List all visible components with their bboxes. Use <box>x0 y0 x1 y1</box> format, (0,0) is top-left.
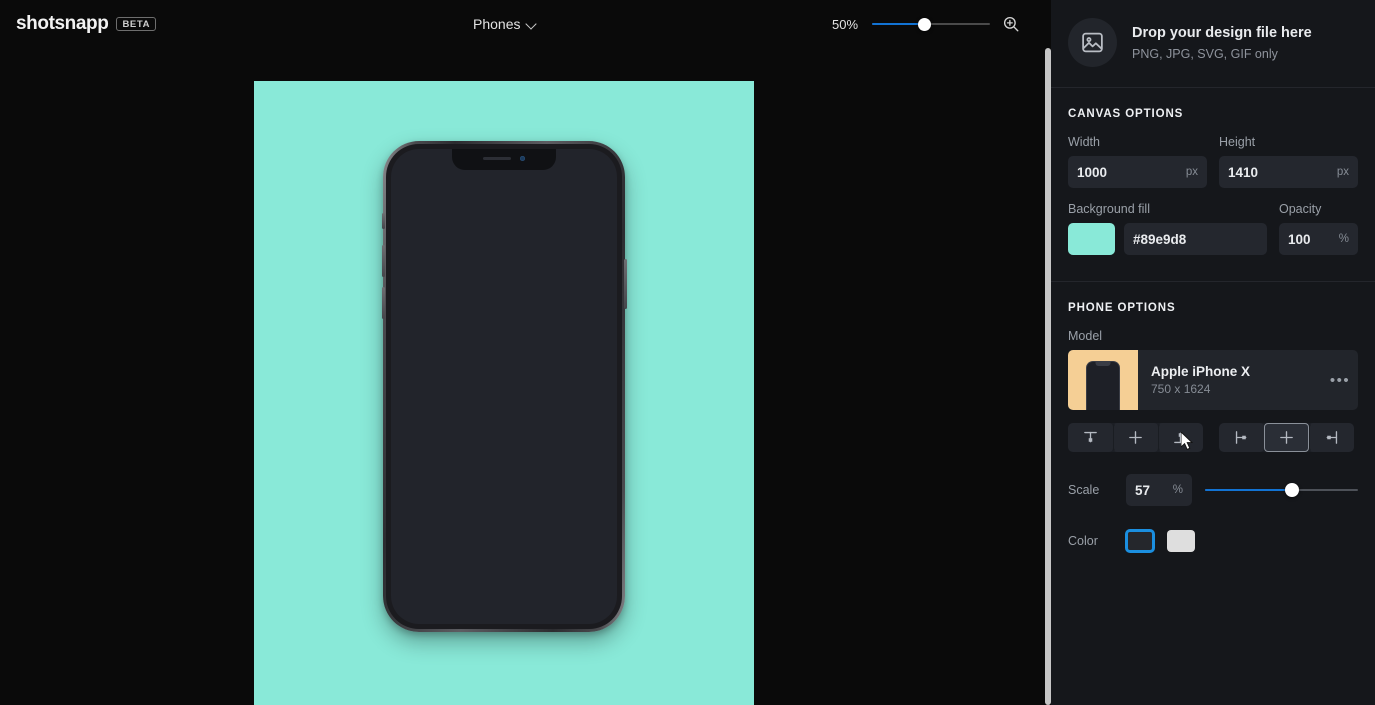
chevron-down-icon <box>527 20 536 29</box>
logo-text: shotsnapp <box>16 13 108 35</box>
file-dropzone[interactable]: Drop your design file here PNG, JPG, SVG… <box>1051 0 1375 87</box>
dropzone-text: Drop your design file here PNG, JPG, SVG… <box>1132 24 1312 61</box>
opacity-input[interactable]: 100 % <box>1279 223 1358 255</box>
scale-slider-thumb[interactable] <box>1285 483 1299 497</box>
scale-value: 57 <box>1135 483 1173 498</box>
phone-notch <box>452 149 556 170</box>
alignment-controls <box>1068 423 1358 452</box>
phone-color-light[interactable] <box>1167 530 1195 552</box>
phone-mute-switch <box>382 213 385 229</box>
phone-color-row: Color <box>1068 530 1358 552</box>
canvas-width-input[interactable]: 1000 px <box>1068 156 1207 188</box>
canvas-width-field: Width 1000 px <box>1068 135 1207 188</box>
top-toolbar: shotsnapp BETA Phones 50% <box>0 0 1044 49</box>
front-camera-icon <box>520 156 525 161</box>
background-fill-field: Background fill #89e9d8 <box>1068 202 1267 257</box>
canvas-options-section: CANVAS OPTIONS Width 1000 px Height 1410… <box>1051 88 1375 281</box>
scale-input[interactable]: 57 % <box>1126 474 1192 506</box>
phone-model-card[interactable]: Apple iPhone X 750 x 1624 ••• <box>1068 350 1358 410</box>
dropzone-subtitle: PNG, JPG, SVG, GIF only <box>1132 47 1312 61</box>
vertical-align-group <box>1068 423 1203 452</box>
phone-mockup[interactable] <box>383 141 625 632</box>
canvas-viewport[interactable] <box>0 49 1044 705</box>
phone-body <box>386 144 622 629</box>
canvas-height-field: Height 1410 px <box>1219 135 1358 188</box>
phone-volume-up-button <box>382 245 385 277</box>
canvas-height-label: Height <box>1219 135 1358 149</box>
device-category-label: Phones <box>473 16 520 32</box>
app-logo[interactable]: shotsnapp BETA <box>16 13 156 35</box>
background-fill-swatch[interactable] <box>1068 223 1115 255</box>
canvas-scrollbar[interactable] <box>1044 48 1051 705</box>
canvas-height-unit: px <box>1337 166 1349 178</box>
align-right-icon[interactable] <box>1309 423 1354 452</box>
scale-slider[interactable] <box>1205 480 1358 500</box>
phone-color-label: Color <box>1068 534 1113 548</box>
phone-screen[interactable] <box>391 149 617 624</box>
canvas-options-title: CANVAS OPTIONS <box>1068 88 1358 135</box>
zoom-controls: 50% <box>832 14 1020 34</box>
phone-options-title: PHONE OPTIONS <box>1068 282 1358 329</box>
scale-row: Scale 57 % <box>1068 474 1358 506</box>
properties-panel: Drop your design file here PNG, JPG, SVG… <box>1051 0 1375 705</box>
dropzone-title: Drop your design file here <box>1132 24 1312 44</box>
phone-model-name: Apple iPhone X <box>1151 364 1328 379</box>
canvas-size-row: Width 1000 px Height 1410 px <box>1068 135 1358 188</box>
phone-model-info: Apple iPhone X 750 x 1624 <box>1138 364 1328 396</box>
zoom-level-label: 50% <box>832 17 860 32</box>
background-fill-hex-value: #89e9d8 <box>1133 232 1258 247</box>
earpiece-speaker-icon <box>483 157 511 160</box>
align-middle-icon[interactable] <box>1113 423 1158 452</box>
zoom-slider[interactable] <box>872 14 990 34</box>
image-icon <box>1068 18 1117 67</box>
design-canvas[interactable] <box>254 81 754 705</box>
canvas-fill-row: Background fill #89e9d8 Opacity 100 % <box>1068 202 1358 257</box>
align-top-icon[interactable] <box>1068 423 1113 452</box>
canvas-height-input[interactable]: 1410 px <box>1219 156 1358 188</box>
phone-power-button <box>624 259 627 309</box>
background-fill-label: Background fill <box>1068 202 1267 216</box>
scale-slider-fill <box>1205 489 1292 491</box>
editor-area: shotsnapp BETA Phones 50% <box>0 0 1044 705</box>
model-label: Model <box>1068 329 1358 343</box>
device-category-dropdown[interactable]: Phones <box>473 16 536 32</box>
app-root: shotsnapp BETA Phones 50% <box>0 0 1375 705</box>
zoom-slider-thumb[interactable] <box>918 18 931 31</box>
opacity-field: Opacity 100 % <box>1279 202 1358 257</box>
align-bottom-icon[interactable] <box>1158 423 1203 452</box>
horizontal-align-group <box>1219 423 1354 452</box>
align-left-icon[interactable] <box>1219 423 1264 452</box>
opacity-unit: % <box>1339 233 1349 245</box>
phone-model-dimensions: 750 x 1624 <box>1151 382 1328 396</box>
phone-model-thumbnail <box>1068 350 1138 410</box>
opacity-value: 100 <box>1288 232 1339 247</box>
beta-badge: BETA <box>116 17 156 32</box>
phone-volume-down-button <box>382 287 385 319</box>
thumbnail-phone-shape <box>1086 361 1120 410</box>
zoom-in-icon[interactable] <box>1002 15 1020 33</box>
phone-color-dark[interactable] <box>1126 530 1154 552</box>
canvas-width-value: 1000 <box>1077 165 1186 180</box>
thumbnail-notch <box>1096 362 1111 366</box>
canvas-height-value: 1410 <box>1228 165 1337 180</box>
phone-options-section: PHONE OPTIONS Model Apple iPhone X 750 x… <box>1051 282 1375 552</box>
align-center-icon[interactable] <box>1264 423 1309 452</box>
scale-unit: % <box>1173 484 1183 496</box>
opacity-label: Opacity <box>1279 202 1358 216</box>
scale-label: Scale <box>1068 483 1113 497</box>
canvas-width-unit: px <box>1186 166 1198 178</box>
phone-model-more-icon[interactable]: ••• <box>1328 372 1358 389</box>
background-fill-controls: #89e9d8 <box>1068 223 1267 257</box>
background-fill-hex-input[interactable]: #89e9d8 <box>1124 223 1267 255</box>
canvas-width-label: Width <box>1068 135 1207 149</box>
